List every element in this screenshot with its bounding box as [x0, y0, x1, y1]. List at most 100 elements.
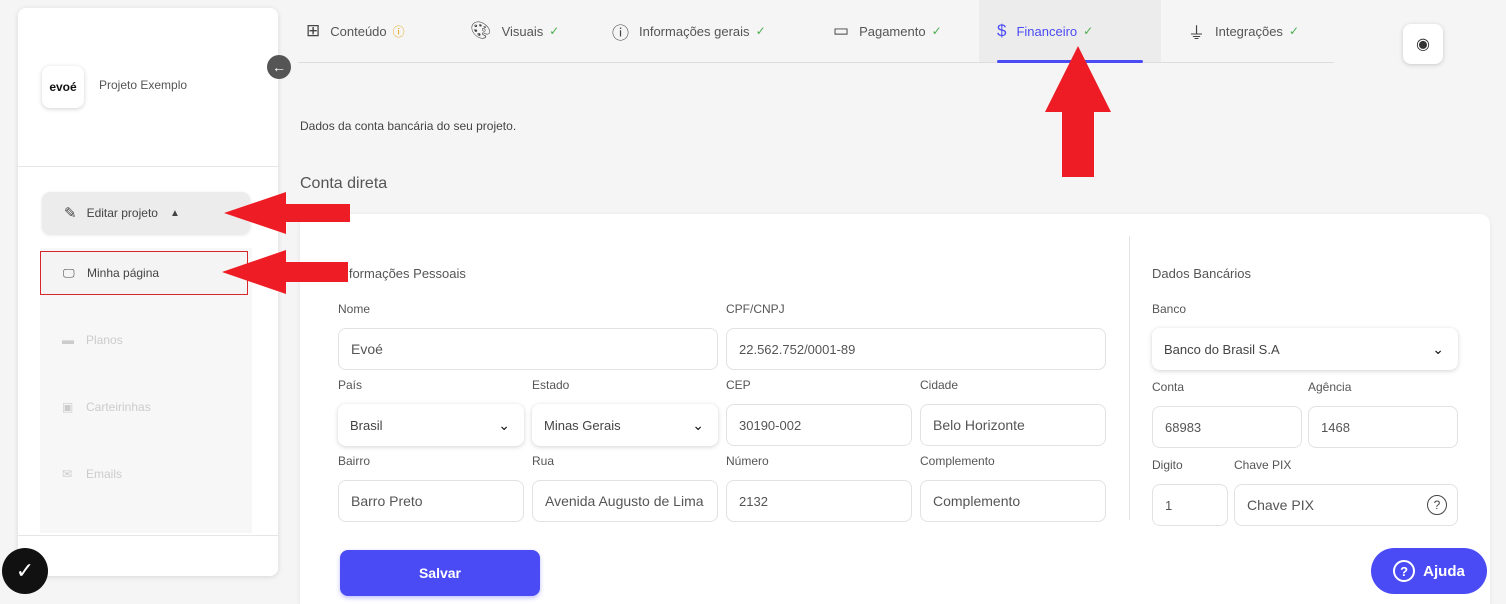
- tab-pagamento[interactable]: ▭ Pagamento ✓: [833, 0, 942, 62]
- chevron-up-icon: ▲: [169, 207, 180, 219]
- plug-icon: ⏚: [1188, 23, 1205, 43]
- check-circle-icon: ✓: [931, 24, 942, 38]
- edit-icon: ✎: [64, 205, 77, 222]
- agencia-label: Agência: [1308, 380, 1352, 394]
- nome-input[interactable]: Evoé: [338, 328, 718, 370]
- tab-label: Conteúdo: [330, 23, 387, 39]
- dollar-icon: $: [997, 21, 1007, 40]
- estado-label: Estado: [532, 378, 570, 392]
- sidebar-item-planos[interactable]: ▬ Planos: [40, 318, 248, 362]
- complemento-label: Complemento: [920, 454, 995, 468]
- pais-select[interactable]: Brasil ⌄: [338, 404, 524, 446]
- column-divider: [1129, 236, 1130, 520]
- cpf-input[interactable]: 22.562.752/0001-89: [726, 328, 1106, 370]
- project-logo: evoé: [42, 66, 84, 108]
- pix-label: Chave PIX: [1234, 458, 1292, 472]
- envelope-icon: ✉: [62, 467, 73, 481]
- annotation-arrow-left: [222, 250, 348, 294]
- bairro-label: Bairro: [338, 454, 371, 468]
- tab-visuais[interactable]: 🎨︎ Visuais ✓: [470, 0, 559, 62]
- check-circle-icon: ✓: [1083, 24, 1094, 38]
- tab-label: Visuais: [501, 23, 544, 39]
- tab-label: Informações gerais: [639, 23, 750, 39]
- warning-icon: ⓘ: [392, 24, 405, 39]
- check-circle-icon: ✓: [755, 24, 766, 38]
- annotation-arrow-up: [1045, 46, 1111, 177]
- annotation-arrow-left: [224, 192, 350, 234]
- chevron-down-icon: ⌄: [1432, 340, 1444, 357]
- palette-icon: 🎨︎: [470, 21, 492, 40]
- credit-card-icon: ▭: [833, 21, 850, 40]
- pais-label: País: [338, 378, 363, 392]
- sidebar-item-label: Planos: [86, 333, 123, 347]
- sidebar-item-label: Minha página: [87, 266, 160, 280]
- sidebar-item-minha-pagina[interactable]: 🖵 Minha página: [40, 251, 248, 295]
- sidebar-item-label: Carteirinhas: [86, 400, 151, 414]
- rua-input[interactable]: Avenida Augusto de Lima: [532, 480, 718, 522]
- pais-value: Brasil: [350, 417, 383, 433]
- digito-label: Digito: [1152, 458, 1183, 472]
- save-button[interactable]: Salvar: [340, 550, 540, 596]
- sidebar-divider: [18, 166, 278, 167]
- user-account-button[interactable]: ◉: [1403, 24, 1443, 64]
- cep-label: CEP: [726, 378, 751, 392]
- numero-label: Número: [726, 454, 769, 468]
- personal-info-title: Informações Pessoais: [338, 266, 466, 281]
- pix-placeholder: Chave PIX: [1247, 497, 1314, 513]
- banco-select[interactable]: Banco do Brasil S.A ⌄: [1152, 328, 1458, 370]
- conta-input[interactable]: 68983: [1152, 406, 1302, 448]
- estado-value: Minas Gerais: [544, 417, 621, 433]
- sidebar-divider: [18, 535, 278, 536]
- cep-input[interactable]: 30190-002: [726, 404, 912, 446]
- tab-label: Financeiro: [1016, 23, 1078, 39]
- agencia-input[interactable]: 1468: [1308, 406, 1458, 448]
- badge-icon: ▣: [62, 400, 74, 414]
- check-circle-icon: ✓: [549, 24, 560, 38]
- user-icon: ◉: [1416, 36, 1430, 53]
- sidebar-item-emails[interactable]: ✉ Emails: [40, 452, 248, 496]
- pix-input[interactable]: Chave PIX ?: [1234, 484, 1458, 526]
- complemento-input[interactable]: Complemento: [920, 480, 1106, 522]
- cidade-label: Cidade: [920, 378, 959, 392]
- edit-project-label: Editar projeto: [86, 206, 158, 220]
- arrow-left-icon: ←: [272, 59, 286, 75]
- banco-value: Banco do Brasil S.A: [1164, 341, 1280, 357]
- chevron-down-icon: ⌄: [498, 416, 510, 433]
- estado-select[interactable]: Minas Gerais ⌄: [532, 404, 718, 446]
- check-circle-icon: ✓: [1288, 24, 1299, 38]
- help-label: Ajuda: [1423, 562, 1465, 580]
- cidade-input[interactable]: Belo Horizonte: [920, 404, 1106, 446]
- conta-label: Conta: [1152, 380, 1185, 394]
- edit-project-toggle[interactable]: ✎ Editar projeto ▲: [42, 192, 250, 234]
- edit-project-submenu: 🖵 Minha página ▬ Planos ▣ Carteirinhas ✉…: [40, 248, 252, 533]
- banco-label: Banco: [1152, 302, 1187, 316]
- ticket-icon: ▬: [62, 333, 74, 347]
- cpf-label: CPF/CNPJ: [726, 302, 785, 316]
- bairro-input[interactable]: Barro Preto: [338, 480, 524, 522]
- help-button[interactable]: ? Ajuda: [1371, 548, 1487, 594]
- sidebar-item-carteirinhas[interactable]: ▣ Carteirinhas: [40, 385, 248, 429]
- tab-informacoes-gerais[interactable]: ⓘ Informações gerais ✓: [612, 0, 766, 62]
- tab-conteudo[interactable]: ⊞ Conteúdo ⓘ: [306, 0, 405, 62]
- bank-data-title: Dados Bancários: [1152, 266, 1251, 281]
- tab-label: Integrações: [1215, 23, 1283, 39]
- page-description: Dados da conta bancária do seu projeto.: [300, 119, 517, 133]
- collapse-sidebar-button[interactable]: ←: [267, 55, 291, 79]
- question-icon: ?: [1393, 560, 1416, 582]
- tab-bar: ⊞ Conteúdo ⓘ 🎨︎ Visuais ✓ ⓘ Informações …: [298, 0, 1334, 63]
- monitor-icon: 🖵: [63, 265, 75, 280]
- accessibility-icon: ✓: [15, 558, 35, 583]
- rua-label: Rua: [532, 454, 555, 468]
- chevron-down-icon: ⌄: [692, 416, 704, 433]
- section-title: Conta direta: [300, 175, 388, 192]
- tab-integracoes[interactable]: ⏚ Integrações ✓: [1188, 0, 1299, 62]
- project-name: Projeto Exemplo: [99, 78, 188, 92]
- sidebar-item-label: Emails: [86, 467, 123, 481]
- nome-label: Nome: [338, 302, 371, 316]
- grid-icon: ⊞: [306, 21, 321, 40]
- question-icon[interactable]: ?: [1427, 495, 1447, 515]
- numero-input[interactable]: 2132: [726, 480, 912, 522]
- info-icon: ⓘ: [612, 23, 629, 43]
- digito-input[interactable]: 1: [1152, 484, 1228, 526]
- accessibility-button[interactable]: ✓: [2, 548, 48, 594]
